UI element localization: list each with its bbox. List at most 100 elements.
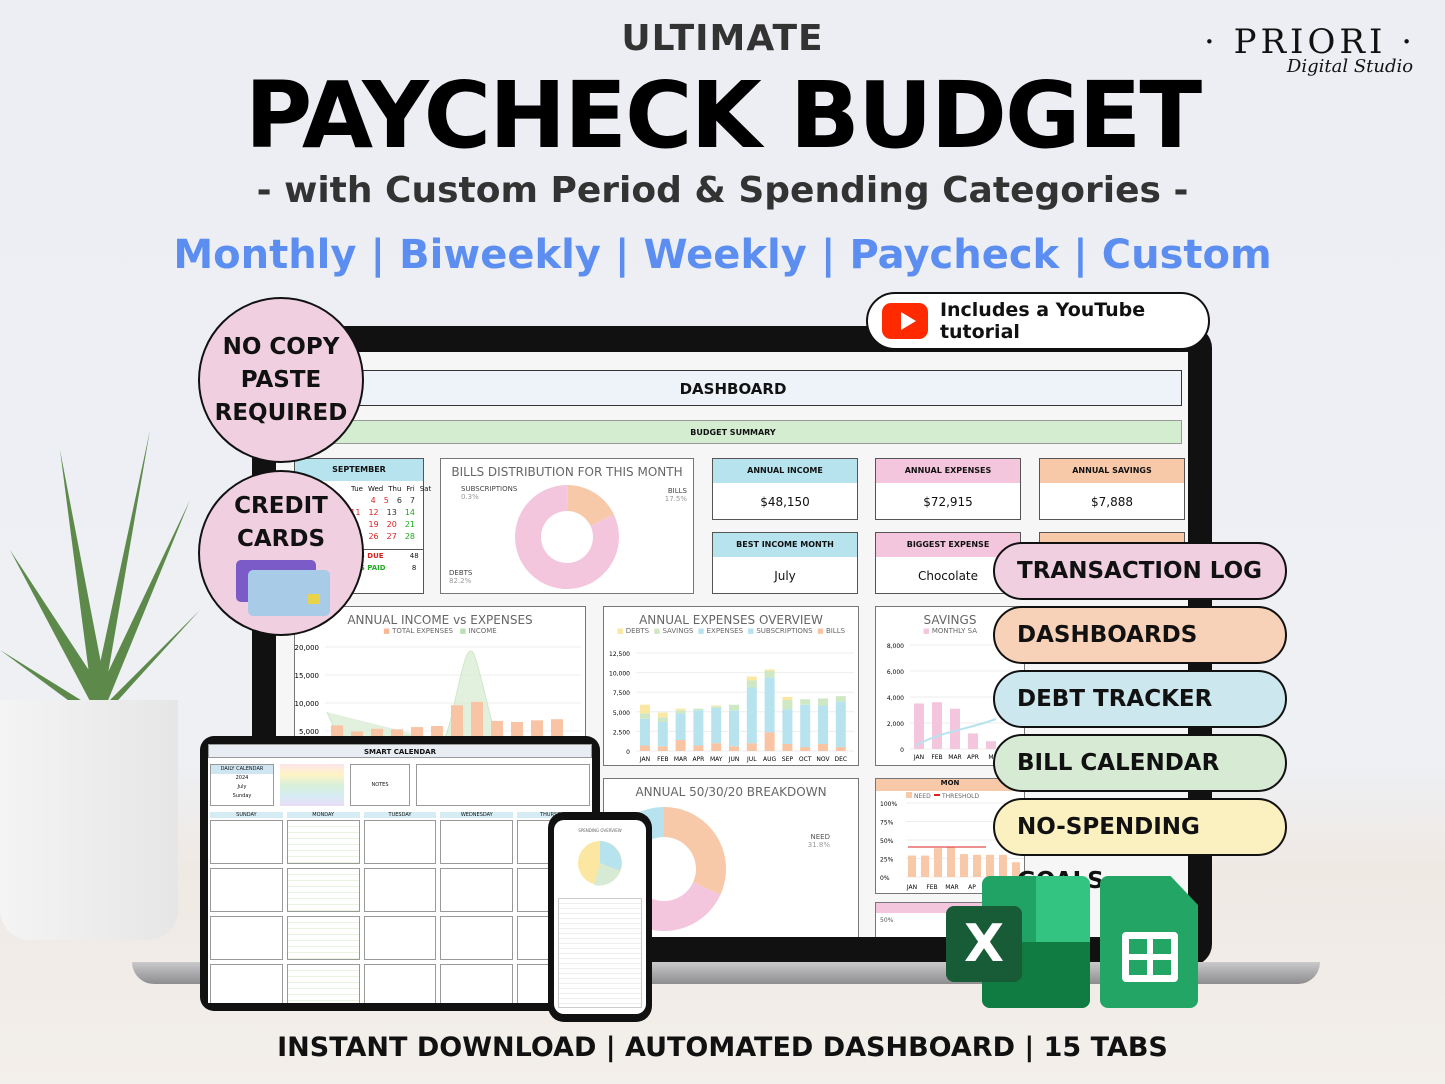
need-bar	[908, 855, 916, 877]
savings-bar	[986, 741, 996, 749]
summary-card: ANNUAL EXPENSES $72,915	[875, 458, 1021, 520]
legend-item-threshold: THRESHOLD	[941, 793, 980, 800]
axis-tick: 12,500	[609, 651, 630, 658]
panel-title: ANNUAL EXPENSES OVERVIEW	[639, 613, 823, 627]
axis-tick: MAR	[948, 754, 961, 761]
period-option: Biweekly	[399, 232, 601, 278]
subtitle: - with Custom Period & Spending Categori…	[256, 170, 1189, 211]
excel-icon: X	[946, 876, 1091, 1008]
slice-label: SUBSCRIPTIONS	[461, 485, 518, 493]
savings-bar	[835, 696, 846, 702]
summary-card: BEST INCOME MONTH July	[712, 532, 858, 594]
credit-cards-badge: CREDIT CARDS	[198, 470, 364, 636]
bills-bar	[764, 732, 775, 751]
calendar-day: 12	[368, 508, 379, 517]
weekday-header: WEDNESDAY	[440, 812, 514, 818]
calendar-weekday: Thu	[388, 485, 402, 493]
axis-tick: 10,000	[609, 671, 630, 678]
calendar-day: 21	[404, 520, 415, 529]
youtube-badge-label: Includes a YouTube tutorial	[939, 299, 1146, 343]
need-bar	[947, 847, 955, 877]
axis-tick: JAN	[639, 756, 650, 763]
card-label: ANNUAL SAVINGS	[1040, 459, 1184, 483]
legend-item: DEBTS	[625, 627, 650, 635]
need-bar	[934, 848, 942, 877]
axis-tick: 20,000	[295, 644, 319, 652]
panel-title: ANNUAL INCOME vs EXPENSES	[347, 613, 533, 627]
axis-tick: SEP	[782, 756, 794, 763]
bills-bar	[800, 747, 811, 751]
smart-calendar-title: SMART CALENDAR	[208, 744, 592, 758]
axis-tick: 7,500	[613, 690, 630, 697]
axis-tick: 4,000	[887, 695, 904, 702]
savings-bar	[746, 680, 757, 688]
slice-pct: 82.2%	[449, 577, 472, 585]
period-option: Paycheck	[849, 232, 1060, 278]
feature-pill: TRANSACTION LOG	[993, 542, 1287, 600]
logo-tagline: Digital Studio	[1286, 56, 1414, 77]
savings-bar	[657, 717, 668, 722]
feature-pill: DEBT TRACKER	[993, 670, 1287, 728]
summary-card: ANNUAL INCOME $48,150	[712, 458, 858, 520]
expenses-bar	[800, 704, 811, 748]
youtube-play-icon	[882, 303, 928, 339]
axis-tick: JAN	[906, 884, 917, 891]
axis-tick: 5,000	[299, 728, 319, 736]
axis-tick: 0%	[880, 875, 890, 882]
period-separator: |	[614, 232, 630, 278]
calendar-cell	[286, 868, 360, 912]
google-sheets-icon	[1100, 876, 1198, 1008]
bills-bar	[675, 740, 686, 751]
feature-pill: BILL CALENDAR	[993, 734, 1287, 792]
savings-bar	[782, 700, 793, 710]
weekday-header: SUNDAY	[210, 812, 283, 818]
axis-tick: 100%	[880, 801, 897, 808]
donut-slice	[664, 807, 726, 895]
calendar-cell	[363, 868, 437, 912]
savings-bar	[818, 698, 828, 706]
expenses-bar	[640, 718, 650, 746]
chart-legend: ■ TOTAL EXPENSES ■ INCOME	[383, 627, 497, 635]
bills-distribution-panel: BILLS DISTRIBUTION FOR THIS MONTH SUBSCR…	[440, 458, 694, 594]
axis-tick: 75%	[880, 820, 894, 827]
brand-logo: · PRIORI · Digital Studio	[1200, 22, 1420, 77]
axis-tick: NOV	[816, 756, 830, 763]
dashboard-title: DASHBOARD	[284, 370, 1182, 406]
need-bar	[921, 855, 929, 877]
calendar-day: 27	[386, 532, 397, 541]
panel-title: BILLS DISTRIBUTION FOR THIS MONTH	[451, 465, 683, 479]
calendar-day: 4	[370, 496, 376, 505]
savings-bar	[932, 702, 942, 749]
axis-tick: 8,000	[887, 643, 904, 650]
debts-bar	[657, 712, 668, 718]
calendar-weekday: Wed	[367, 485, 384, 493]
debts-bar	[764, 669, 775, 672]
income-vs-expenses-panel: ANNUAL INCOME vs EXPENSES ■ TOTAL EXPENS…	[294, 606, 586, 746]
debts-bar	[746, 676, 757, 681]
expenses-bar	[782, 709, 793, 744]
card-value: July	[774, 569, 796, 583]
calendar-cell	[210, 964, 283, 1003]
calendar-cell	[210, 820, 283, 864]
axis-tick: 5,000	[613, 710, 630, 717]
axis-tick: OCT	[799, 756, 812, 763]
need-legend-swatch	[906, 792, 912, 798]
axis-tick: 50%	[880, 838, 894, 845]
feature-pill: DASHBOARDS	[993, 606, 1287, 664]
axis-tick: AUG	[763, 756, 776, 763]
bills-bar	[693, 745, 704, 751]
expenses-overview-panel: ANNUAL EXPENSES OVERVIEW ■ DEBTS ■ SAVIN…	[603, 606, 859, 766]
need-pct: 31.8%	[808, 841, 831, 849]
weekday-header: MONDAY	[286, 812, 360, 818]
calendar-cell	[440, 964, 514, 1003]
expenses-bar	[657, 721, 668, 747]
expenses-bar	[675, 713, 686, 741]
savings-bar	[729, 704, 739, 711]
debts-bar	[675, 708, 686, 711]
calendar-day: 6	[396, 496, 402, 505]
panel-title: ANNUAL 50/30/20 BREAKDOWN	[635, 785, 827, 799]
axis-tick: FEB	[926, 884, 937, 891]
plant-pot	[0, 700, 178, 940]
period-separator: |	[820, 232, 836, 278]
payments-due-count: 48	[409, 552, 419, 560]
